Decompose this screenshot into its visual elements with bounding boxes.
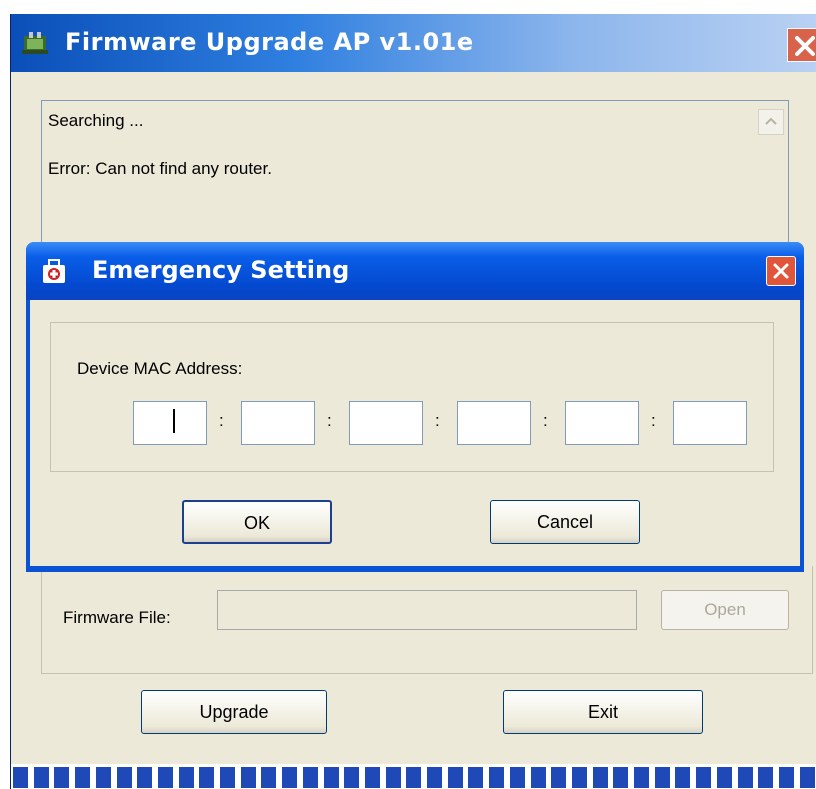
- progress-segment: [675, 767, 691, 788]
- progress-segment: [199, 767, 215, 788]
- progress-segment: [468, 767, 484, 788]
- log-line: Error: Can not find any router.: [48, 159, 272, 178]
- progress-segment: [696, 767, 712, 788]
- mac-address-label: Device MAC Address:: [77, 359, 243, 378]
- progress-segment: [634, 767, 649, 788]
- progress-segment: [654, 767, 670, 788]
- mac-octet-1-input[interactable]: [133, 401, 207, 445]
- chevron-up-icon: [765, 117, 777, 125]
- close-icon: [795, 36, 815, 56]
- dialog-titlebar[interactable]: Emergency Setting: [26, 242, 804, 300]
- firmware-file-label: Firmware File:: [63, 608, 171, 627]
- progress-segment: [75, 767, 91, 788]
- main-titlebar[interactable]: Firmware Upgrade AP v1.01e: [11, 14, 816, 72]
- progress-segment: [157, 767, 173, 788]
- progress-segment: [778, 767, 794, 788]
- progress-segment: [592, 767, 608, 788]
- dialog-body: Device MAC Address: : : : : : OK Cancel: [30, 300, 800, 566]
- mac-separator: :: [543, 411, 548, 430]
- window-title: Firmware Upgrade AP v1.01e: [65, 28, 474, 56]
- text-caret: [173, 409, 175, 433]
- mac-octet-6-input[interactable]: [673, 401, 747, 445]
- progress-segment: [33, 767, 49, 788]
- progress-segment: [54, 767, 70, 788]
- progress-segment: [447, 767, 463, 788]
- progress-segment: [571, 767, 587, 788]
- mac-address-group: Device MAC Address: : : : : :: [50, 322, 774, 472]
- progress-segment: [530, 767, 546, 788]
- first-aid-kit-icon: [43, 259, 65, 283]
- mac-octet-3-input[interactable]: [349, 401, 423, 445]
- ok-button[interactable]: OK: [182, 500, 332, 544]
- exit-button[interactable]: Exit: [503, 690, 703, 734]
- progress-segment: [178, 767, 194, 788]
- progress-segment: [613, 767, 629, 788]
- progress-segment: [551, 767, 567, 788]
- progress-segment: [427, 767, 442, 788]
- progress-segment: [116, 767, 132, 788]
- progress-segment: [240, 767, 256, 788]
- mac-separator: :: [651, 411, 656, 430]
- progress-segment: [261, 767, 277, 788]
- progress-segment: [799, 767, 815, 788]
- mac-octet-4-input[interactable]: [457, 401, 531, 445]
- app-icon: [22, 32, 48, 54]
- mac-octet-5-input[interactable]: [565, 401, 639, 445]
- mac-separator: :: [435, 411, 440, 430]
- progress-segment: [323, 767, 339, 788]
- progress-segment: [282, 767, 298, 788]
- emergency-setting-dialog: Emergency Setting Device MAC Address: : …: [26, 242, 804, 572]
- mac-separator: :: [219, 411, 224, 430]
- mac-separator: :: [327, 411, 332, 430]
- progress-bar: [11, 764, 816, 789]
- cancel-button[interactable]: Cancel: [490, 500, 640, 544]
- main-close-button[interactable]: [787, 28, 816, 62]
- dialog-title: Emergency Setting: [92, 256, 350, 284]
- mac-octet-2-input[interactable]: [241, 401, 315, 445]
- progress-segment: [364, 767, 380, 788]
- progress-segment: [13, 767, 28, 788]
- progress-segment: [509, 767, 525, 788]
- dialog-close-button[interactable]: [766, 256, 796, 286]
- progress-segment: [220, 767, 235, 788]
- log-output[interactable]: Searching ... Error: Can not find any ro…: [41, 100, 789, 248]
- scroll-up-button[interactable]: [758, 109, 784, 135]
- progress-segment: [95, 767, 111, 788]
- close-icon: [773, 263, 789, 279]
- progress-segment: [406, 767, 422, 788]
- progress-segment: [302, 767, 318, 788]
- progress-segment: [716, 767, 732, 788]
- open-button[interactable]: Open: [661, 590, 789, 630]
- progress-segment: [758, 767, 774, 788]
- progress-segment: [385, 767, 401, 788]
- firmware-file-input[interactable]: [217, 590, 637, 630]
- log-line: Searching ...: [48, 111, 144, 130]
- upgrade-button[interactable]: Upgrade: [141, 690, 327, 734]
- progress-segment: [137, 767, 153, 788]
- progress-segment: [489, 767, 505, 788]
- progress-segment: [737, 767, 753, 788]
- progress-segment: [344, 767, 360, 788]
